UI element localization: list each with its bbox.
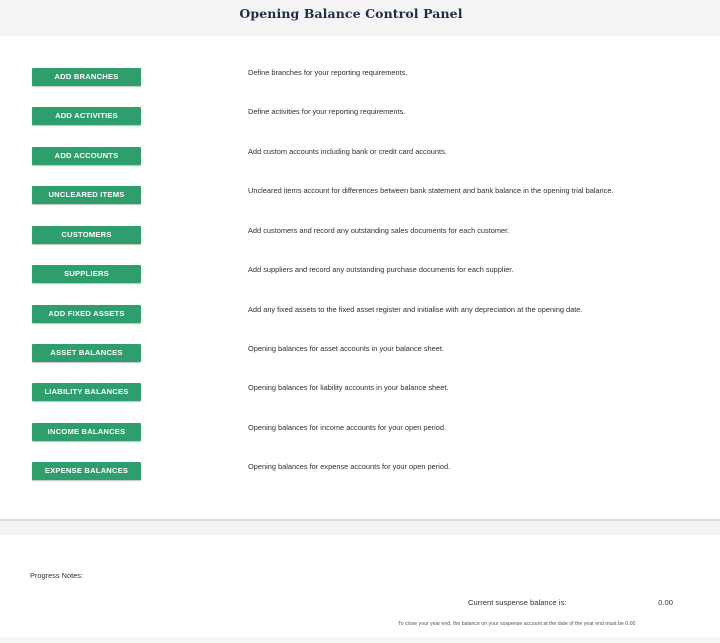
bottom-band — [0, 637, 720, 643]
expense-balances-button[interactable]: EXPENSE BALANCES — [32, 462, 141, 480]
action-row-liability-balances: LIABILITY BALANCES Opening balances for … — [0, 383, 720, 403]
action-description: Opening balances for asset accounts in y… — [248, 344, 444, 353]
suspense-note: To close your year end, the balance on y… — [398, 621, 636, 627]
action-row-suppliers: SUPPLIERS Add suppliers and record any o… — [0, 265, 720, 285]
action-description: Opening balances for income accounts for… — [248, 423, 447, 432]
action-description: Opening balances for liability accounts … — [248, 383, 449, 392]
action-description: Define activities for your reporting req… — [248, 107, 406, 116]
action-description: Add suppliers and record any outstanding… — [248, 265, 514, 274]
action-row-add-activities: ADD ACTIVITIES Define activities for you… — [0, 107, 720, 127]
action-description: Add custom accounts including bank or cr… — [248, 147, 447, 156]
asset-balances-button[interactable]: ASSET BALANCES — [32, 344, 141, 362]
progress-notes-label: Progress Notes: — [30, 571, 83, 580]
suspense-balance-label: Current suspense balance is: — [468, 598, 567, 607]
add-branches-button[interactable]: ADD BRANCHES — [32, 68, 141, 86]
action-description: Add any fixed assets to the fixed asset … — [248, 305, 583, 314]
action-description: Add customers and record any outstanding… — [248, 226, 510, 235]
suspense-balance-value: 0.00 — [658, 598, 673, 607]
suppliers-button[interactable]: SUPPLIERS — [32, 265, 141, 283]
add-fixed-assets-button[interactable]: ADD FIXED ASSETS — [32, 305, 141, 323]
uncleared-items-button[interactable]: UNCLEARED ITEMS — [32, 186, 141, 204]
action-description: Uncleared items account for differences … — [248, 186, 614, 195]
action-row-add-accounts: ADD ACCOUNTS Add custom accounts includi… — [0, 147, 720, 167]
action-row-income-balances: INCOME BALANCES Opening balances for inc… — [0, 423, 720, 443]
action-description: Define branches for your reporting requi… — [248, 68, 408, 77]
page-title: Opening Balance Control Panel — [239, 6, 463, 21]
customers-button[interactable]: CUSTOMERS — [32, 226, 141, 244]
page-header: Opening Balance Control Panel — [0, 0, 720, 36]
section-band — [0, 521, 720, 535]
action-row-uncleared-items: UNCLEARED ITEMS Uncleared items account … — [0, 186, 720, 206]
action-row-asset-balances: ASSET BALANCES Opening balances for asse… — [0, 344, 720, 364]
income-balances-button[interactable]: INCOME BALANCES — [32, 423, 141, 441]
action-row-add-branches: ADD BRANCHES Define branches for your re… — [0, 68, 720, 88]
action-row-add-fixed-assets: ADD FIXED ASSETS Add any fixed assets to… — [0, 305, 720, 325]
action-row-customers: CUSTOMERS Add customers and record any o… — [0, 226, 720, 246]
add-activities-button[interactable]: ADD ACTIVITIES — [32, 107, 141, 125]
action-row-expense-balances: EXPENSE BALANCES Opening balances for ex… — [0, 462, 720, 482]
action-description: Opening balances for expense accounts fo… — [248, 462, 451, 471]
liability-balances-button[interactable]: LIABILITY BALANCES — [32, 383, 141, 401]
add-accounts-button[interactable]: ADD ACCOUNTS — [32, 147, 141, 165]
